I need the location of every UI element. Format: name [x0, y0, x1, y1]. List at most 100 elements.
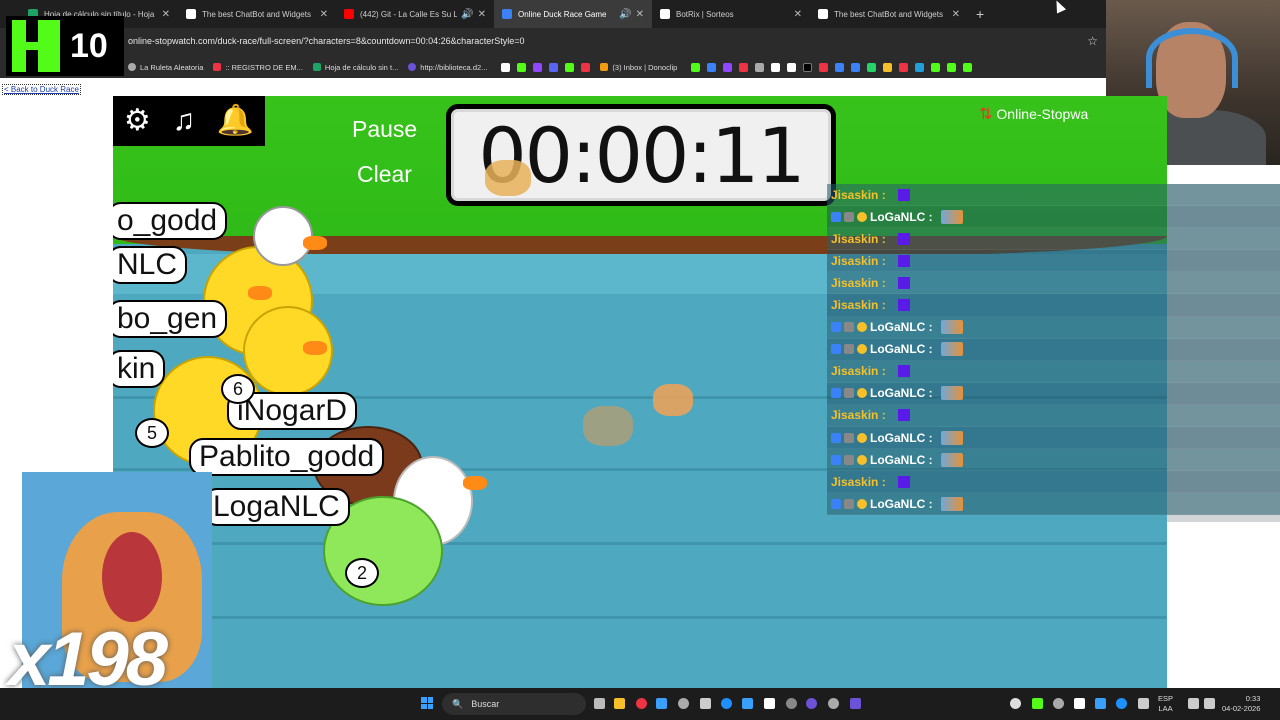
volume-icon[interactable] [1204, 698, 1215, 709]
bookmark-icon[interactable] [565, 62, 575, 72]
chat-username[interactable]: LoGaNLC : [870, 386, 933, 400]
close-icon[interactable]: ✕ [320, 9, 328, 20]
app-icon[interactable] [786, 698, 797, 709]
microphone-icon[interactable] [1138, 698, 1149, 709]
app-icon[interactable] [742, 698, 753, 709]
bookmark-icon[interactable] [707, 62, 717, 72]
bookmark-item[interactable]: :: REGISTRO DE EM... [213, 63, 303, 72]
online-stopwatch-logo[interactable]: ⇅ Online-Stopwa [979, 104, 1088, 124]
bookmark-icon[interactable] [931, 62, 941, 72]
bookmark-icon[interactable] [723, 62, 733, 72]
network-icon[interactable] [1188, 698, 1199, 709]
bookmark-icon[interactable] [867, 62, 877, 72]
bookmark-item[interactable]: http://biblioteca.d2... [408, 63, 487, 72]
chat-username[interactable]: Jisaskin : [831, 232, 886, 246]
bookmark-item[interactable]: La Ruleta Aleatoria [128, 63, 203, 72]
bell-icon[interactable]: 🔔 [217, 106, 254, 136]
bookmark-icon[interactable] [947, 62, 957, 72]
calculator-icon[interactable] [656, 698, 667, 709]
edge-icon[interactable] [721, 698, 732, 709]
bookmark-icon[interactable] [787, 62, 797, 72]
url-field[interactable]: online-stopwatch.com/duck-race/full-scre… [128, 36, 524, 46]
tray-icon[interactable] [1032, 698, 1043, 709]
tray-icon[interactable] [1095, 698, 1106, 709]
chat-username[interactable]: Jisaskin : [831, 408, 886, 422]
app-icon[interactable] [764, 698, 775, 709]
bookmark-icon[interactable] [771, 62, 781, 72]
bookmark-icon[interactable] [755, 62, 765, 72]
chat-username[interactable]: Jisaskin : [831, 276, 886, 290]
chrome-icon[interactable] [636, 698, 647, 709]
tray-icon[interactable] [1116, 698, 1127, 709]
bookmark-icon[interactable] [835, 62, 845, 72]
browser-tab-active[interactable]: Online Duck Race Game 🔊 ✕ [494, 0, 652, 28]
chat-username[interactable]: Jisaskin : [831, 364, 886, 378]
bookmark-icon[interactable] [851, 62, 861, 72]
close-icon[interactable]: ✕ [636, 9, 644, 20]
bookmark-item[interactable]: (3) Inbox | Donoclip [600, 63, 677, 72]
bookmark-icon[interactable] [691, 62, 701, 72]
taskbar-search[interactable]: 🔍 Buscar [442, 693, 586, 715]
windows-start-icon[interactable] [421, 697, 433, 709]
chat-username[interactable]: Jisaskin : [831, 475, 886, 489]
bookmark-icon[interactable] [549, 62, 559, 72]
search-placeholder: Buscar [471, 699, 500, 709]
bookmark-icon[interactable] [819, 62, 829, 72]
bookmark-icon[interactable] [899, 62, 909, 72]
chat-message: LoGaNLC : [827, 427, 1280, 450]
app-icon[interactable] [828, 698, 839, 709]
close-icon[interactable]: ✕ [478, 9, 486, 20]
bookmark-icon[interactable] [915, 62, 925, 72]
taskview-icon[interactable] [594, 698, 605, 709]
browser-tab[interactable]: The best ChatBot and Widgets ✕ [178, 0, 336, 28]
chat-username[interactable]: Jisaskin : [831, 254, 886, 268]
close-icon[interactable]: ✕ [952, 9, 960, 20]
tray-icon[interactable] [1053, 698, 1064, 709]
browser-tab[interactable]: BotRix | Sorteos ✕ [652, 0, 810, 28]
bookmark-icon[interactable] [533, 62, 543, 72]
bookmark-icon[interactable] [739, 62, 749, 72]
chat-username[interactable]: LoGaNLC : [870, 431, 933, 445]
clear-button[interactable]: Clear [357, 161, 412, 188]
bookmark-icon[interactable] [581, 62, 591, 72]
chat-username[interactable]: LoGaNLC : [870, 210, 933, 224]
chat-message: LoGaNLC : [827, 316, 1280, 339]
tray-icon[interactable] [1074, 698, 1085, 709]
bookmark-label: La Ruleta Aleatoria [140, 62, 204, 72]
browser-tab[interactable]: (442) Git - La Calle Es Su Lu 🔊 ✕ [336, 0, 494, 28]
close-icon[interactable]: ✕ [794, 9, 802, 20]
bookmark-icon[interactable] [517, 62, 527, 72]
bookmark-star-icon[interactable]: ☆ [1087, 34, 1098, 48]
chat-username[interactable]: LoGaNLC : [870, 453, 933, 467]
gear-icon[interactable]: ⚙ [124, 106, 151, 136]
bookmark-icon[interactable] [803, 62, 813, 72]
tray-icon[interactable] [1010, 698, 1021, 709]
chat-username[interactable]: LoGaNLC : [870, 497, 933, 511]
obs-icon[interactable] [806, 698, 817, 709]
chat-username[interactable]: Jisaskin : [831, 298, 886, 312]
audio-icon[interactable]: 🔊 [619, 9, 631, 20]
bookmark-icon[interactable] [883, 62, 893, 72]
windows-taskbar: 🔍 Buscar ESP LAA 0:33 04-02-2026 [0, 688, 1280, 720]
pause-button[interactable]: Pause [352, 116, 417, 143]
music-icon[interactable]: ♫ [173, 106, 196, 136]
language-indicator[interactable]: ESP LAA [1158, 694, 1173, 714]
browser-tab[interactable]: The best ChatBot and Widgets ✕ [810, 0, 968, 28]
new-tab-button[interactable]: + [976, 6, 984, 22]
app-icon[interactable] [700, 698, 711, 709]
chat-username[interactable]: LoGaNLC : [870, 342, 933, 356]
bookmark-icon[interactable] [501, 62, 511, 72]
bookmark-icon[interactable] [963, 62, 973, 72]
chat-username[interactable]: LoGaNLC : [870, 320, 933, 334]
audio-icon[interactable]: 🔊 [461, 9, 473, 20]
bookmark-item[interactable]: Hoja de cálculo sin t... [312, 63, 398, 72]
chat-username[interactable]: Jisaskin : [831, 188, 886, 202]
close-icon[interactable]: ✕ [162, 9, 170, 20]
clock[interactable]: 0:33 04-02-2026 [1222, 694, 1260, 714]
folder-icon[interactable] [614, 698, 625, 709]
app-icon[interactable] [678, 698, 689, 709]
app-icon[interactable] [850, 698, 861, 709]
youtube-icon [344, 9, 354, 19]
back-to-duck-race-link[interactable]: < Back to Duck Race [2, 84, 81, 95]
chat-message: Jisaskin : [827, 404, 1280, 428]
